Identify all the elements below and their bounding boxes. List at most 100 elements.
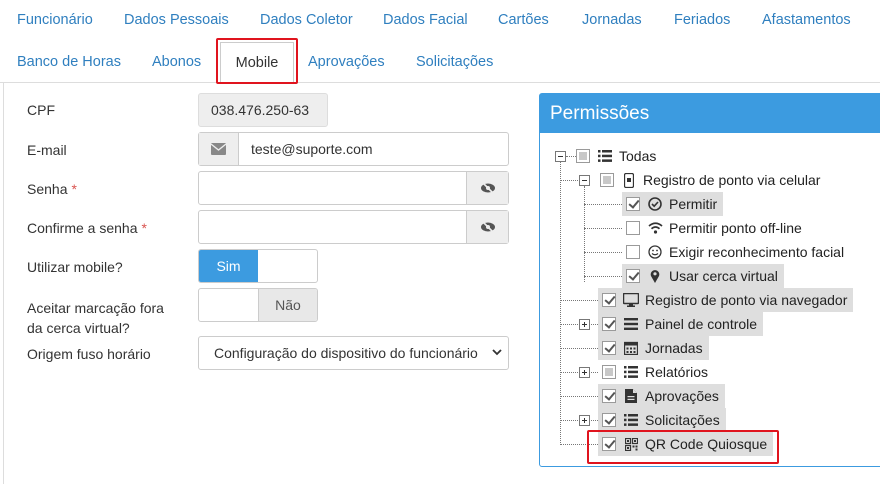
checkbox[interactable]: [626, 269, 640, 283]
perm-label: Usar cerca virtual: [669, 268, 778, 284]
perm-node-celular[interactable]: Registro de ponto via celular: [600, 169, 820, 191]
tab-jornadas[interactable]: Jornadas: [582, 0, 642, 40]
cpf-value: 038.476.250-63: [198, 93, 328, 127]
checkbox[interactable]: [602, 293, 616, 307]
tree-expand-relatorios[interactable]: [579, 367, 590, 378]
tab-cartoes[interactable]: Cartões: [498, 0, 549, 40]
highlight-qr-code: [587, 430, 779, 464]
tree-line: [584, 204, 622, 205]
map-marker-icon: [647, 268, 663, 284]
tree-line: [584, 186, 585, 282]
tab-dados-pessoais[interactable]: Dados Pessoais: [124, 0, 229, 40]
tree-line: [560, 396, 598, 397]
calendar-icon: [623, 340, 639, 356]
perm-label: Solicitações: [645, 412, 720, 428]
list-icon: [597, 148, 613, 164]
eye-slash-icon[interactable]: [466, 172, 508, 204]
desktop-icon: [623, 292, 639, 308]
tree-line: [584, 228, 622, 229]
smile-icon: [647, 244, 663, 260]
perm-node-todas[interactable]: Todas: [576, 145, 656, 167]
check-circle-icon: [647, 196, 663, 212]
email-field[interactable]: teste@suporte.com: [198, 132, 509, 166]
tab-funcionario[interactable]: Funcionário: [17, 0, 93, 40]
checkbox[interactable]: [626, 245, 640, 259]
perm-node-navegador[interactable]: Registro de ponto via navegador: [598, 288, 854, 312]
perm-node-solicitacoes[interactable]: Solicitações: [598, 408, 726, 432]
perm-label: Aprovações: [645, 388, 719, 404]
confirme-senha-label: Confirme a senha *: [27, 220, 147, 236]
perm-node-jornadas[interactable]: Jornadas: [598, 336, 709, 360]
envelope-icon: [199, 133, 239, 165]
perm-node-aprovacoes[interactable]: Aprovações: [598, 384, 725, 408]
tree-expand-painel[interactable]: [579, 319, 590, 330]
tab-feriados[interactable]: Feriados: [674, 0, 730, 40]
checkbox[interactable]: [602, 389, 616, 403]
perm-label: Permitir ponto off-line: [669, 220, 802, 236]
tab-banco-de-horas[interactable]: Banco de Horas: [17, 42, 121, 82]
file-icon: [623, 388, 639, 404]
perm-label: Jornadas: [645, 340, 703, 356]
bars-icon: [623, 316, 639, 332]
utilizar-mobile-label: Utilizar mobile?: [27, 259, 123, 275]
checkbox[interactable]: [576, 149, 590, 163]
eye-slash-icon[interactable]: [466, 211, 508, 243]
perm-node-painel[interactable]: Painel de controle: [598, 312, 764, 336]
aceitar-marcacao-toggle[interactable]: Não: [198, 288, 318, 322]
perm-label: Painel de controle: [645, 316, 758, 332]
tree-line: [584, 276, 622, 277]
checkbox[interactable]: [600, 173, 614, 187]
perm-node-facial[interactable]: Exigir reconhecimento facial: [626, 241, 844, 263]
permissions-title: Permissões: [540, 94, 880, 133]
tab-afastamentos[interactable]: Afastamentos: [762, 0, 851, 40]
perm-node-permitir[interactable]: Permitir: [622, 192, 724, 216]
perm-label: Registro de ponto via navegador: [645, 292, 848, 308]
wifi-icon: [647, 220, 663, 236]
form-panel-border: [3, 83, 4, 484]
cpf-label: CPF: [27, 102, 55, 118]
list-icon: [623, 364, 639, 380]
tree-line: [584, 252, 622, 253]
perm-node-offline[interactable]: Permitir ponto off-line: [626, 217, 802, 239]
checkbox[interactable]: [602, 413, 616, 427]
tree-line: [560, 180, 578, 181]
tab-aprovacoes[interactable]: Aprovações: [308, 42, 385, 82]
email-value: teste@suporte.com: [251, 141, 373, 157]
checkbox[interactable]: [602, 365, 616, 379]
fuso-horario-label: Origem fuso horário: [27, 346, 151, 362]
checkbox[interactable]: [626, 197, 640, 211]
email-label: E-mail: [27, 142, 67, 158]
tree-line: [560, 300, 598, 301]
checkbox[interactable]: [626, 221, 640, 235]
senha-input[interactable]: [198, 171, 509, 205]
tree-collapse-celular[interactable]: [579, 175, 590, 186]
perm-label: Registro de ponto via celular: [643, 172, 821, 188]
confirme-senha-input[interactable]: [198, 210, 509, 244]
utilizar-mobile-toggle[interactable]: Sim: [198, 249, 318, 283]
mobile-icon: [621, 172, 637, 188]
perm-label: Relatórios: [645, 364, 709, 380]
senha-label: Senha *: [27, 181, 77, 197]
checkbox[interactable]: [602, 341, 616, 355]
checkbox[interactable]: [602, 317, 616, 331]
tab-solicitacoes[interactable]: Solicitações: [416, 42, 493, 82]
tab-bar: Funcionário Dados Pessoais Dados Coletor…: [0, 0, 880, 84]
tree-line: [560, 348, 598, 349]
perm-node-cerca[interactable]: Usar cerca virtual: [622, 264, 784, 288]
fuso-horario-select[interactable]: Configuração do dispositivo do funcionár…: [198, 336, 509, 370]
perm-label: Todas: [619, 148, 657, 164]
highlight-mobile-tab: [216, 38, 298, 84]
toggle-on-sim[interactable]: Sim: [199, 250, 258, 282]
tab-dados-facial[interactable]: Dados Facial: [383, 0, 468, 40]
perm-label: Exigir reconhecimento facial: [669, 244, 845, 260]
tabs-divider: [0, 82, 880, 83]
toggle-off-nao[interactable]: Não: [258, 289, 317, 321]
perm-node-relatorios[interactable]: Relatórios: [602, 361, 708, 383]
list-icon: [623, 412, 639, 428]
tab-dados-coletor[interactable]: Dados Coletor: [260, 0, 353, 40]
tree-expand-solicitacoes[interactable]: [579, 415, 590, 426]
aceitar-marcacao-label: Aceitar marcação fora da cerca virtual?: [27, 300, 164, 336]
perm-label: Permitir: [669, 196, 718, 212]
tab-abonos[interactable]: Abonos: [152, 42, 201, 82]
tree-collapse-todas[interactable]: [555, 151, 566, 162]
